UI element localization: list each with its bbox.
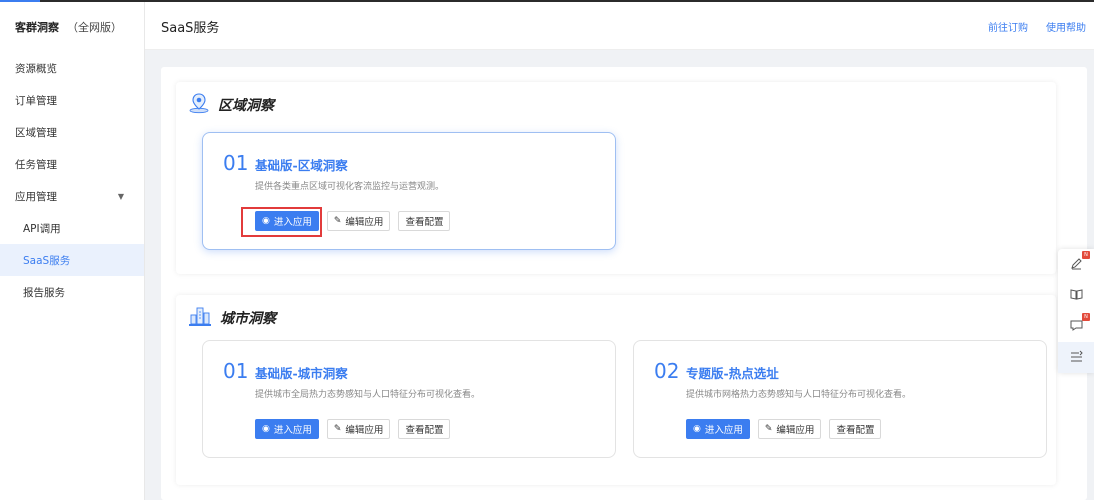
- app-card: 01 基础版-城市洞察 提供城市全局热力态势感知与人口特征分布可视化查看。 ◉ 进…: [202, 340, 616, 458]
- section-city-insight: 城市洞察 01 基础版-城市洞察 提供城市全局热力态势感知与人口特征分布可视化查…: [176, 295, 1056, 485]
- edit-app-button[interactable]: ✎ 编辑应用: [326, 211, 391, 231]
- card-title: 基础版-区域洞察: [255, 158, 348, 173]
- button-label: 进入应用: [704, 425, 743, 436]
- sidebar-item-regions[interactable]: 区域管理: [0, 116, 144, 148]
- sidebar-item-tasks[interactable]: 任务管理: [0, 148, 144, 180]
- brand: 客群洞察 （全网版）: [0, 2, 144, 52]
- button-label: 进入应用: [273, 217, 312, 228]
- sidebar-item-orders[interactable]: 订单管理: [0, 84, 144, 116]
- button-label: 查看配置: [836, 425, 875, 436]
- collapse-toolbar-button[interactable]: [1058, 342, 1094, 373]
- sidebar-item-label: 订单管理: [15, 94, 57, 107]
- city-buildings-icon: [188, 305, 212, 331]
- pencil-icon: ✎: [764, 424, 773, 434]
- sidebar-item-app-management[interactable]: 应用管理 ▼: [0, 180, 144, 212]
- enter-app-button[interactable]: ◉ 进入应用: [255, 419, 319, 439]
- eye-icon: ◉: [262, 216, 270, 226]
- sidebar-subitem-saas[interactable]: SaaS服务: [0, 244, 144, 276]
- list-collapse-icon: [1070, 348, 1083, 367]
- brand-subtitle: （全网版）: [67, 21, 122, 34]
- sidebar: 客群洞察 （全网版） 资源概览 订单管理 区域管理 任务管理 应用管理 ▼ AP…: [0, 2, 145, 500]
- eye-icon: ◉: [262, 424, 270, 434]
- view-config-button[interactable]: 查看配置: [398, 419, 451, 439]
- book-icon: [1070, 286, 1083, 305]
- page-title: SaaS服务: [161, 21, 220, 36]
- new-badge: N: [1082, 313, 1090, 321]
- section-header: 区域洞察: [188, 92, 274, 118]
- edit-app-button[interactable]: ✎ 编辑应用: [757, 419, 822, 439]
- enter-app-button[interactable]: ◉ 进入应用: [686, 419, 750, 439]
- view-config-button[interactable]: 查看配置: [829, 419, 882, 439]
- enter-app-button[interactable]: ◉ 进入应用: [255, 211, 319, 231]
- sidebar-item-label: 应用管理: [15, 190, 57, 203]
- sidebar-item-label: API调用: [23, 222, 61, 235]
- location-pin-icon: [188, 92, 210, 118]
- button-label: 编辑应用: [345, 217, 384, 228]
- card-actions: ◉ 进入应用 ✎ 编辑应用 查看配置: [686, 419, 882, 439]
- top-header: SaaS服务 前往订购 使用帮助: [145, 2, 1094, 50]
- button-label: 查看配置: [405, 217, 444, 228]
- sidebar-item-label: SaaS服务: [23, 254, 71, 267]
- card-number: 01: [223, 359, 249, 383]
- caret-down-icon: ▼: [117, 191, 124, 201]
- card-title: 专题版-热点选址: [686, 366, 779, 381]
- button-label: 编辑应用: [345, 425, 384, 436]
- feedback-button[interactable]: N: [1058, 249, 1094, 280]
- brand-title: 客群洞察: [15, 21, 59, 34]
- sidebar-subitem-reports[interactable]: 报告服务: [0, 276, 144, 308]
- card-description: 提供各类重点区域可视化客流监控与运营观测。: [255, 182, 445, 192]
- floating-toolbar: N N: [1058, 249, 1094, 373]
- section-region-insight: 区域洞察 01 基础版-区域洞察 提供各类重点区域可视化客流监控与运营观测。 ◉…: [176, 82, 1056, 274]
- app-card: 01 基础版-区域洞察 提供各类重点区域可视化客流监控与运营观测。 ◉ 进入应用 …: [202, 132, 616, 250]
- chat-button[interactable]: N: [1058, 311, 1094, 342]
- sidebar-item-label: 区域管理: [15, 126, 57, 139]
- section-header: 城市洞察: [188, 305, 276, 331]
- pencil-icon: [1070, 255, 1083, 274]
- eye-icon: ◉: [693, 424, 701, 434]
- card-actions: ◉ 进入应用 ✎ 编辑应用 查看配置: [255, 211, 451, 231]
- sidebar-subitem-api[interactable]: API调用: [0, 212, 144, 244]
- help-link[interactable]: 使用帮助: [1046, 19, 1086, 34]
- order-link[interactable]: 前往订购: [988, 19, 1028, 34]
- main-content: 区域洞察 01 基础版-区域洞察 提供各类重点区域可视化客流监控与运营观测。 ◉…: [161, 67, 1087, 500]
- button-label: 查看配置: [405, 425, 444, 436]
- pencil-icon: ✎: [333, 216, 342, 226]
- edit-app-button[interactable]: ✎ 编辑应用: [326, 419, 391, 439]
- new-badge: N: [1082, 251, 1090, 259]
- section-title: 城市洞察: [220, 311, 276, 327]
- section-title: 区域洞察: [218, 98, 274, 114]
- card-actions: ◉ 进入应用 ✎ 编辑应用 查看配置: [255, 419, 451, 439]
- sidebar-item-label: 报告服务: [23, 286, 65, 299]
- card-number: 02: [654, 359, 680, 383]
- sidebar-item-overview[interactable]: 资源概览: [0, 52, 144, 84]
- pencil-icon: ✎: [333, 424, 342, 434]
- button-label: 进入应用: [273, 425, 312, 436]
- card-description: 提供城市网格热力态势感知与人口特征分布可视化查看。: [686, 390, 912, 400]
- docs-button[interactable]: [1058, 280, 1094, 311]
- card-title: 基础版-城市洞察: [255, 366, 348, 381]
- card-number: 01: [223, 151, 249, 175]
- card-description: 提供城市全局热力态势感知与人口特征分布可视化查看。: [255, 390, 481, 400]
- header-links: 前往订购 使用帮助: [988, 19, 1086, 34]
- app-card: 02 专题版-热点选址 提供城市网格热力态势感知与人口特征分布可视化查看。 ◉ 进…: [633, 340, 1047, 458]
- chat-icon: [1070, 317, 1083, 336]
- view-config-button[interactable]: 查看配置: [398, 211, 451, 231]
- button-label: 编辑应用: [776, 425, 815, 436]
- sidebar-item-label: 资源概览: [15, 62, 57, 75]
- sidebar-item-label: 任务管理: [15, 158, 57, 171]
